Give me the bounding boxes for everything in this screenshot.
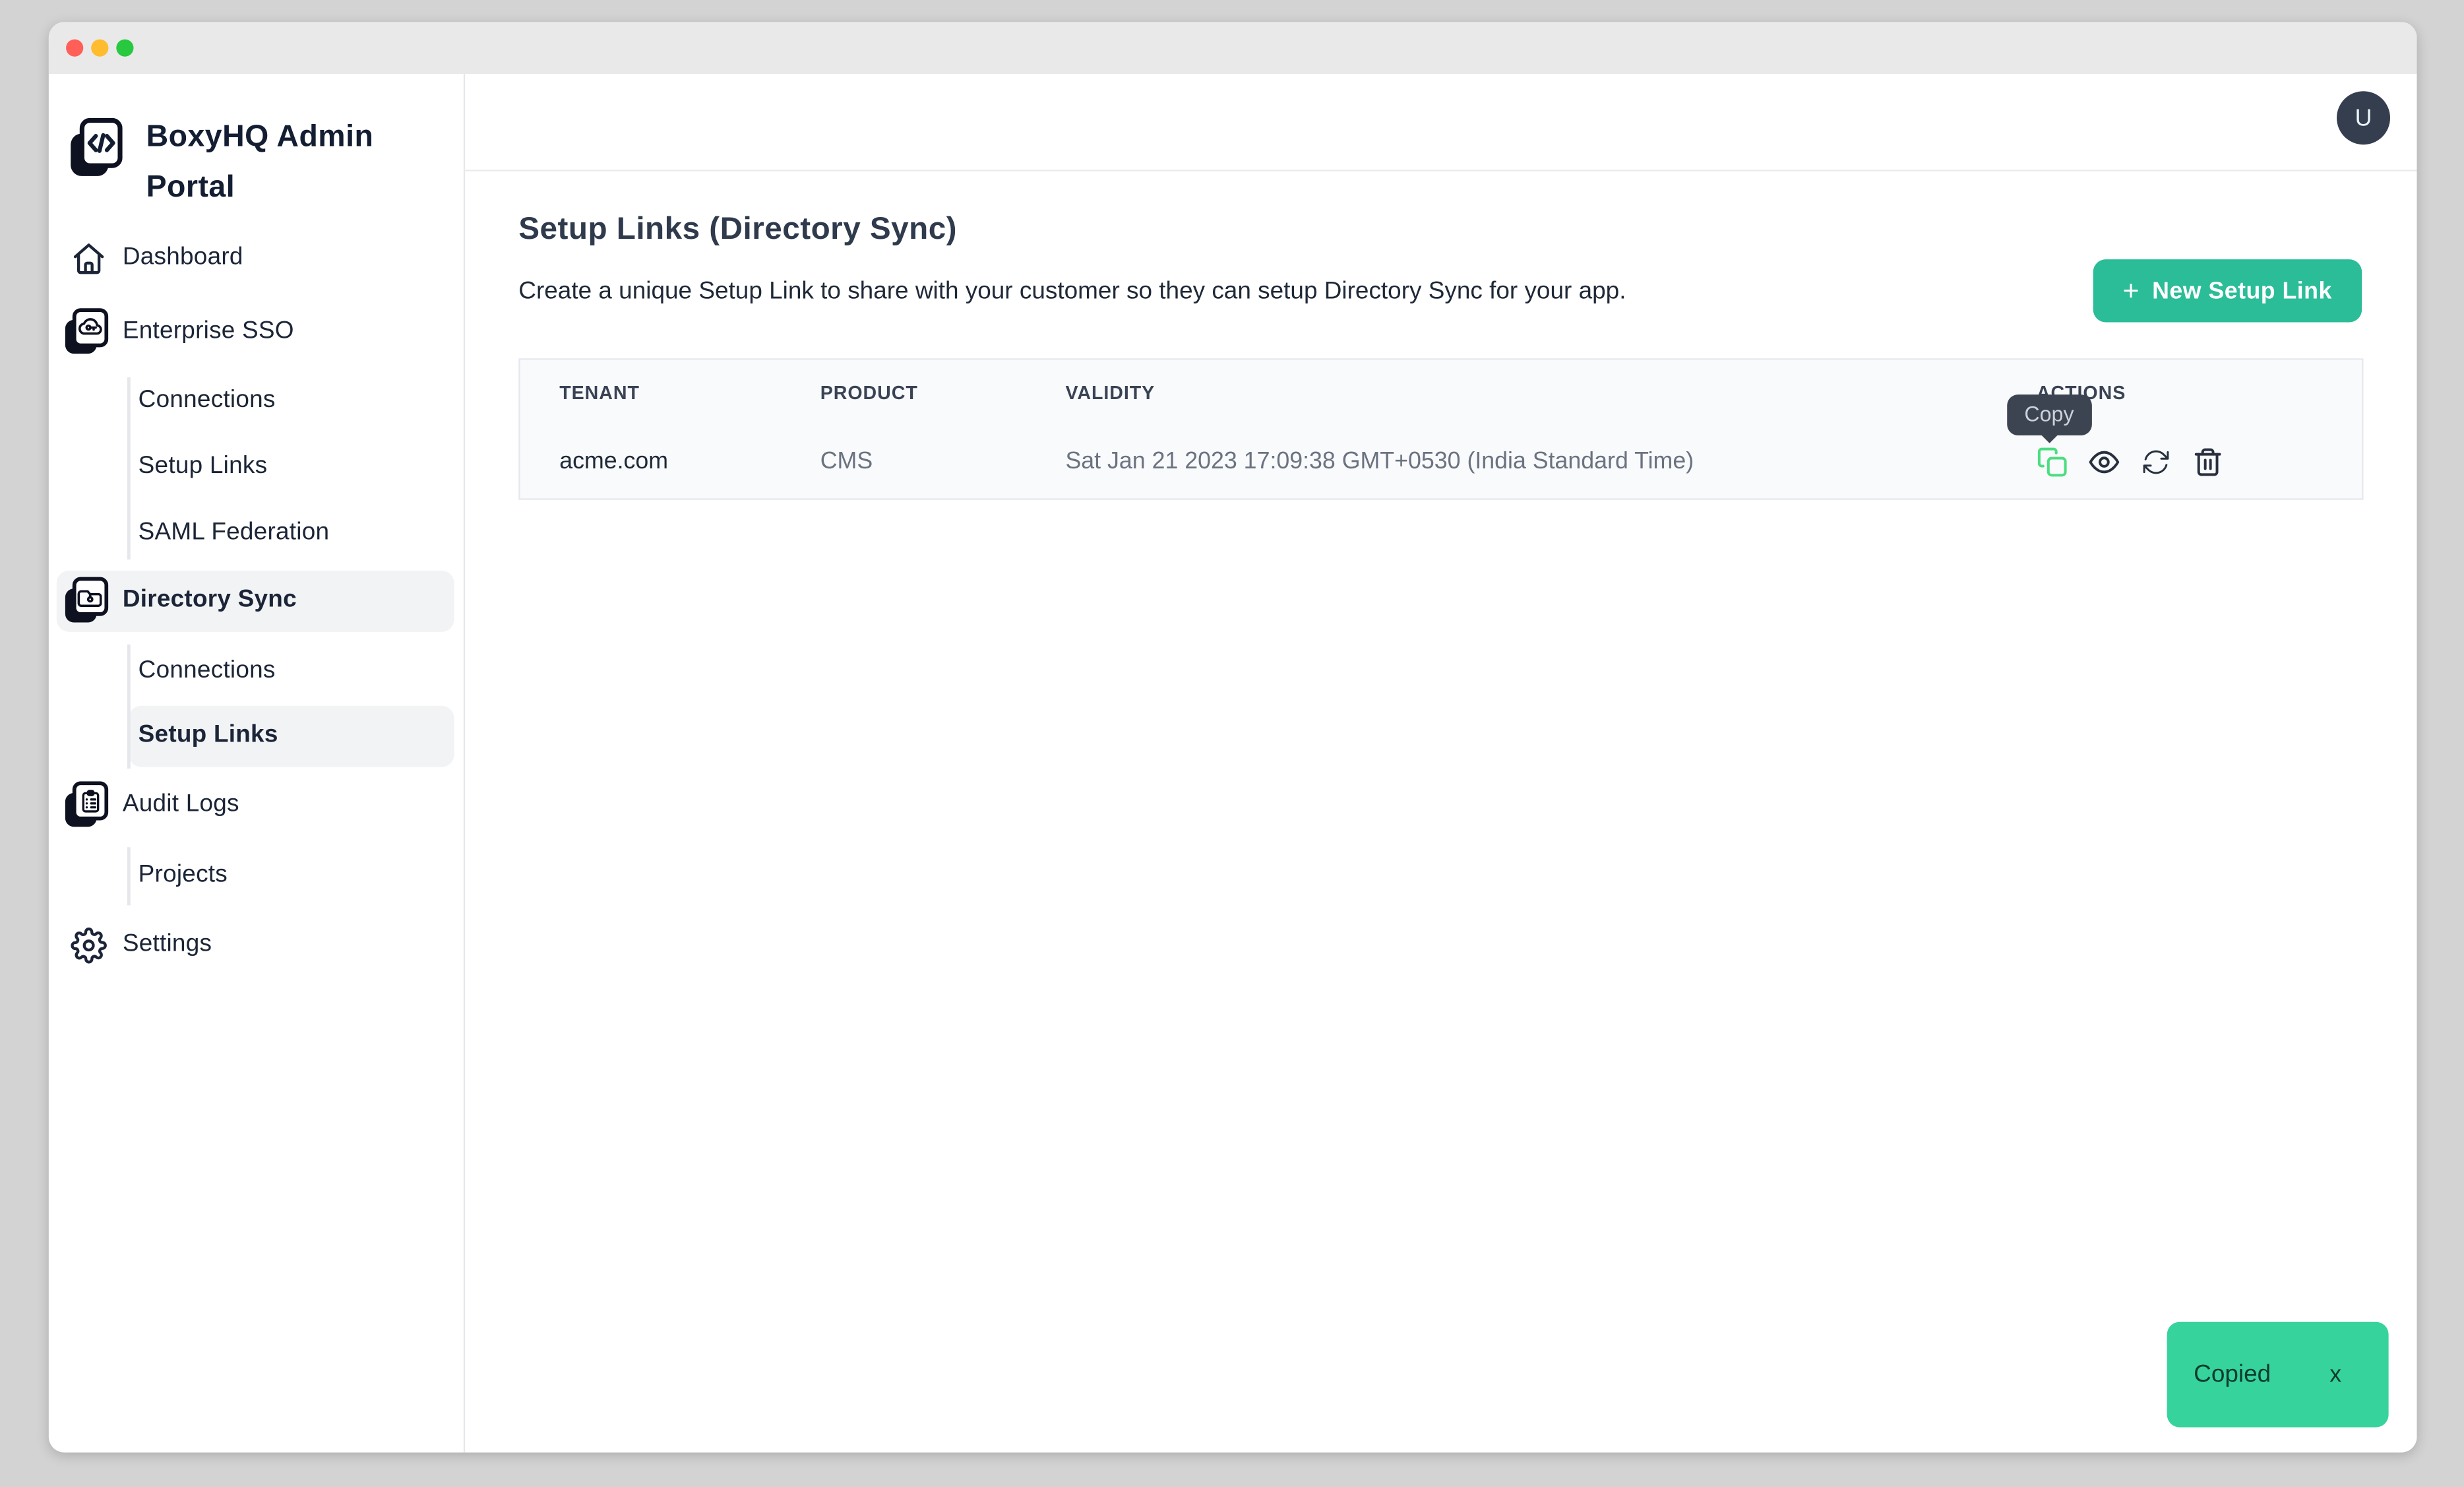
brand-title: BoxyHQ Admin Portal <box>146 111 414 212</box>
copy-icon <box>2037 445 2068 477</box>
top-header: U <box>465 74 2417 172</box>
toast-message: Copied <box>2194 1360 2271 1389</box>
traffic-lights <box>66 40 133 57</box>
sidebar-item-enterprise-sso[interactable]: Enterprise SSO <box>49 300 464 363</box>
audit-clipboard-keycap-icon <box>65 781 109 828</box>
sidebar-item-label: Dashboard <box>123 243 243 272</box>
copy-button[interactable] <box>2037 445 2068 477</box>
screen: BoxyHQ Admin Portal <box>0 0 2464 1487</box>
sidebar-subitem-dirsync-setup-links[interactable]: Setup Links <box>49 704 464 767</box>
sidebar-item-audit-logs[interactable]: Audit Logs <box>49 773 464 836</box>
maximize-window-button[interactable] <box>116 40 133 57</box>
row-actions <box>2037 445 2362 477</box>
new-setup-link-button[interactable]: + New Setup Link <box>2093 259 2362 322</box>
column-header-tenant: TENANT <box>559 381 820 403</box>
plus-icon: + <box>2122 276 2140 305</box>
copy-tooltip-label: Copy <box>2024 402 2074 426</box>
sidebar-item-directory-sync[interactable]: Directory Sync <box>49 569 464 632</box>
avatar-initial: U <box>2355 104 2372 131</box>
window-titlebar <box>49 22 2417 74</box>
regenerate-icon <box>2140 445 2172 477</box>
copy-tooltip: Copy <box>2007 395 2091 435</box>
cell-product: CMS <box>820 448 1066 475</box>
app-window: BoxyHQ Admin Portal <box>49 22 2417 1452</box>
sidebar-subitem-label: SAML Federation <box>139 519 330 547</box>
sidebar-subitem-saml-federation[interactable]: SAML Federation <box>49 501 464 564</box>
boxyhq-logo-icon <box>69 118 123 181</box>
sidebar: BoxyHQ Admin Portal <box>49 74 465 1453</box>
sidebar-item-label: Enterprise SSO <box>123 317 294 346</box>
eye-icon <box>2089 445 2120 477</box>
trash-icon <box>2192 445 2224 477</box>
close-window-button[interactable] <box>66 40 83 57</box>
sidebar-item-label: Directory Sync <box>123 586 297 615</box>
page-description: Create a unique Setup Link to share with… <box>518 278 1626 307</box>
cell-tenant: acme.com <box>559 448 820 475</box>
sidebar-subitem-projects[interactable]: Projects <box>49 844 464 906</box>
sso-cloud-keycap-icon <box>65 308 109 355</box>
sidebar-subitem-label: Setup Links <box>139 453 268 481</box>
sidebar-subitem-label: Projects <box>139 862 228 890</box>
sidebar-item-label: Audit Logs <box>123 790 239 819</box>
sidebar-item-settings[interactable]: Settings <box>49 913 464 976</box>
copied-toast: Copied x <box>2167 1322 2389 1428</box>
column-header-validity: VALIDITY <box>1065 381 2036 403</box>
regenerate-button[interactable] <box>2140 445 2172 477</box>
cell-validity: Sat Jan 21 2023 17:09:38 GMT+0530 (India… <box>1065 448 2036 475</box>
page-title: Setup Links (Directory Sync) <box>518 212 957 249</box>
sidebar-subitem-label: Connections <box>139 657 276 685</box>
sidebar-subitem-dirsync-connections[interactable]: Connections <box>49 640 464 703</box>
sidebar-subitem-sso-setup-links[interactable]: Setup Links <box>49 435 464 498</box>
user-avatar[interactable]: U <box>2337 91 2390 144</box>
sidebar-item-dashboard[interactable]: Dashboard <box>49 226 464 289</box>
brand[interactable]: BoxyHQ Admin Portal <box>69 118 123 181</box>
sidebar-item-label: Settings <box>123 931 212 959</box>
home-icon <box>71 239 107 276</box>
sidebar-subitem-sso-connections[interactable]: Connections <box>49 369 464 432</box>
delete-button[interactable] <box>2192 445 2224 477</box>
main-area: U Setup Links (Directory Sync) Create a … <box>465 74 2417 1453</box>
toast-close-button[interactable]: x <box>2329 1361 2341 1388</box>
directory-folder-keycap-icon <box>65 577 109 623</box>
view-button[interactable] <box>2089 445 2120 477</box>
new-setup-link-label: New Setup Link <box>2152 278 2332 305</box>
minimize-window-button[interactable] <box>91 40 108 57</box>
sidebar-subitem-label: Connections <box>139 387 276 415</box>
gear-icon <box>71 927 107 963</box>
page-content: Setup Links (Directory Sync) Create a un… <box>465 172 2417 1453</box>
table-row: acme.com CMS Sat Jan 21 2023 17:09:38 GM… <box>520 424 2362 498</box>
column-header-product: PRODUCT <box>820 381 1066 403</box>
sidebar-subitem-label: Setup Links <box>139 722 278 750</box>
